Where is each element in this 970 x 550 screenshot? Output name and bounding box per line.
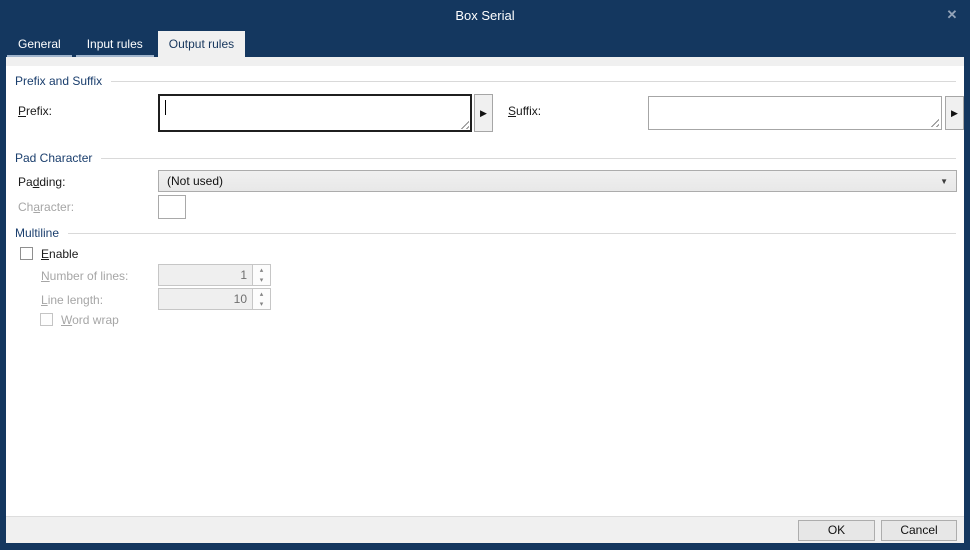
spin-up-icon: ▴ bbox=[259, 290, 264, 298]
enable-checkbox[interactable] bbox=[20, 247, 33, 260]
right-arrow-icon: ▶ bbox=[480, 107, 487, 118]
number-of-lines-spinner: ▴ ▾ bbox=[158, 264, 271, 286]
section-pad-character: Pad Character bbox=[15, 150, 956, 165]
spin-down-icon: ▾ bbox=[259, 300, 264, 308]
prefix-label: Prefix: bbox=[18, 104, 53, 118]
padding-label: Padding: bbox=[18, 175, 66, 189]
dialog-footer: OK Cancel bbox=[6, 516, 964, 543]
spin-buttons: ▴ ▾ bbox=[252, 288, 271, 310]
padding-dropdown[interactable]: (Not used) ▼ bbox=[158, 170, 957, 192]
line-length-label: Line length: bbox=[41, 293, 104, 307]
prefix-picker-button[interactable]: ▶ bbox=[474, 94, 493, 132]
section-divider bbox=[101, 158, 956, 159]
suffix-picker-button[interactable]: ▶ bbox=[945, 96, 964, 130]
tab-output-rules[interactable]: Output rules bbox=[157, 31, 246, 57]
padding-dropdown-value: (Not used) bbox=[167, 174, 224, 188]
box-serial-dialog: Box Serial ✕ General Input rules Output … bbox=[0, 0, 970, 550]
close-icon[interactable]: ✕ bbox=[942, 6, 962, 24]
section-prefix-suffix-title: Prefix and Suffix bbox=[15, 73, 103, 88]
spin-down-icon: ▾ bbox=[259, 276, 264, 284]
prefix-input[interactable] bbox=[158, 94, 472, 132]
prefix-field-wrap bbox=[158, 94, 472, 132]
section-divider bbox=[111, 81, 956, 82]
line-length-spinner: ▴ ▾ bbox=[158, 288, 271, 310]
ok-button[interactable]: OK bbox=[798, 519, 875, 541]
text-caret bbox=[165, 100, 166, 115]
character-input bbox=[158, 195, 186, 219]
output-rules-panel: Prefix and Suffix Prefix: ▶ Suffix: ▶ Pa… bbox=[6, 66, 964, 516]
dialog-title: Box Serial bbox=[455, 7, 515, 23]
spin-buttons: ▴ ▾ bbox=[252, 264, 271, 286]
enable-label: Enable bbox=[41, 247, 79, 261]
suffix-field-wrap bbox=[648, 96, 942, 130]
word-wrap-checkbox bbox=[40, 313, 53, 326]
section-multiline: Multiline bbox=[15, 225, 956, 240]
tab-strip: General Input rules Output rules bbox=[7, 31, 249, 57]
number-of-lines-input bbox=[158, 264, 252, 286]
suffix-label: Suffix: bbox=[508, 104, 542, 118]
cancel-button[interactable]: Cancel bbox=[881, 519, 957, 541]
section-prefix-suffix: Prefix and Suffix bbox=[15, 73, 956, 88]
section-divider bbox=[68, 233, 956, 234]
word-wrap-label: Word wrap bbox=[61, 313, 119, 327]
character-label: Character: bbox=[18, 200, 75, 214]
number-of-lines-label: Number of lines: bbox=[41, 269, 129, 283]
line-length-input bbox=[158, 288, 252, 310]
tab-general[interactable]: General bbox=[7, 31, 72, 57]
right-arrow-icon: ▶ bbox=[951, 107, 958, 118]
titlebar: Box Serial ✕ bbox=[0, 0, 970, 30]
section-multiline-title: Multiline bbox=[15, 225, 60, 240]
tab-band bbox=[6, 57, 964, 66]
section-pad-character-title: Pad Character bbox=[15, 150, 93, 165]
suffix-input[interactable] bbox=[648, 96, 942, 130]
tab-input-rules[interactable]: Input rules bbox=[75, 31, 154, 57]
spin-up-icon: ▴ bbox=[259, 266, 264, 274]
chevron-down-icon: ▼ bbox=[940, 176, 948, 186]
